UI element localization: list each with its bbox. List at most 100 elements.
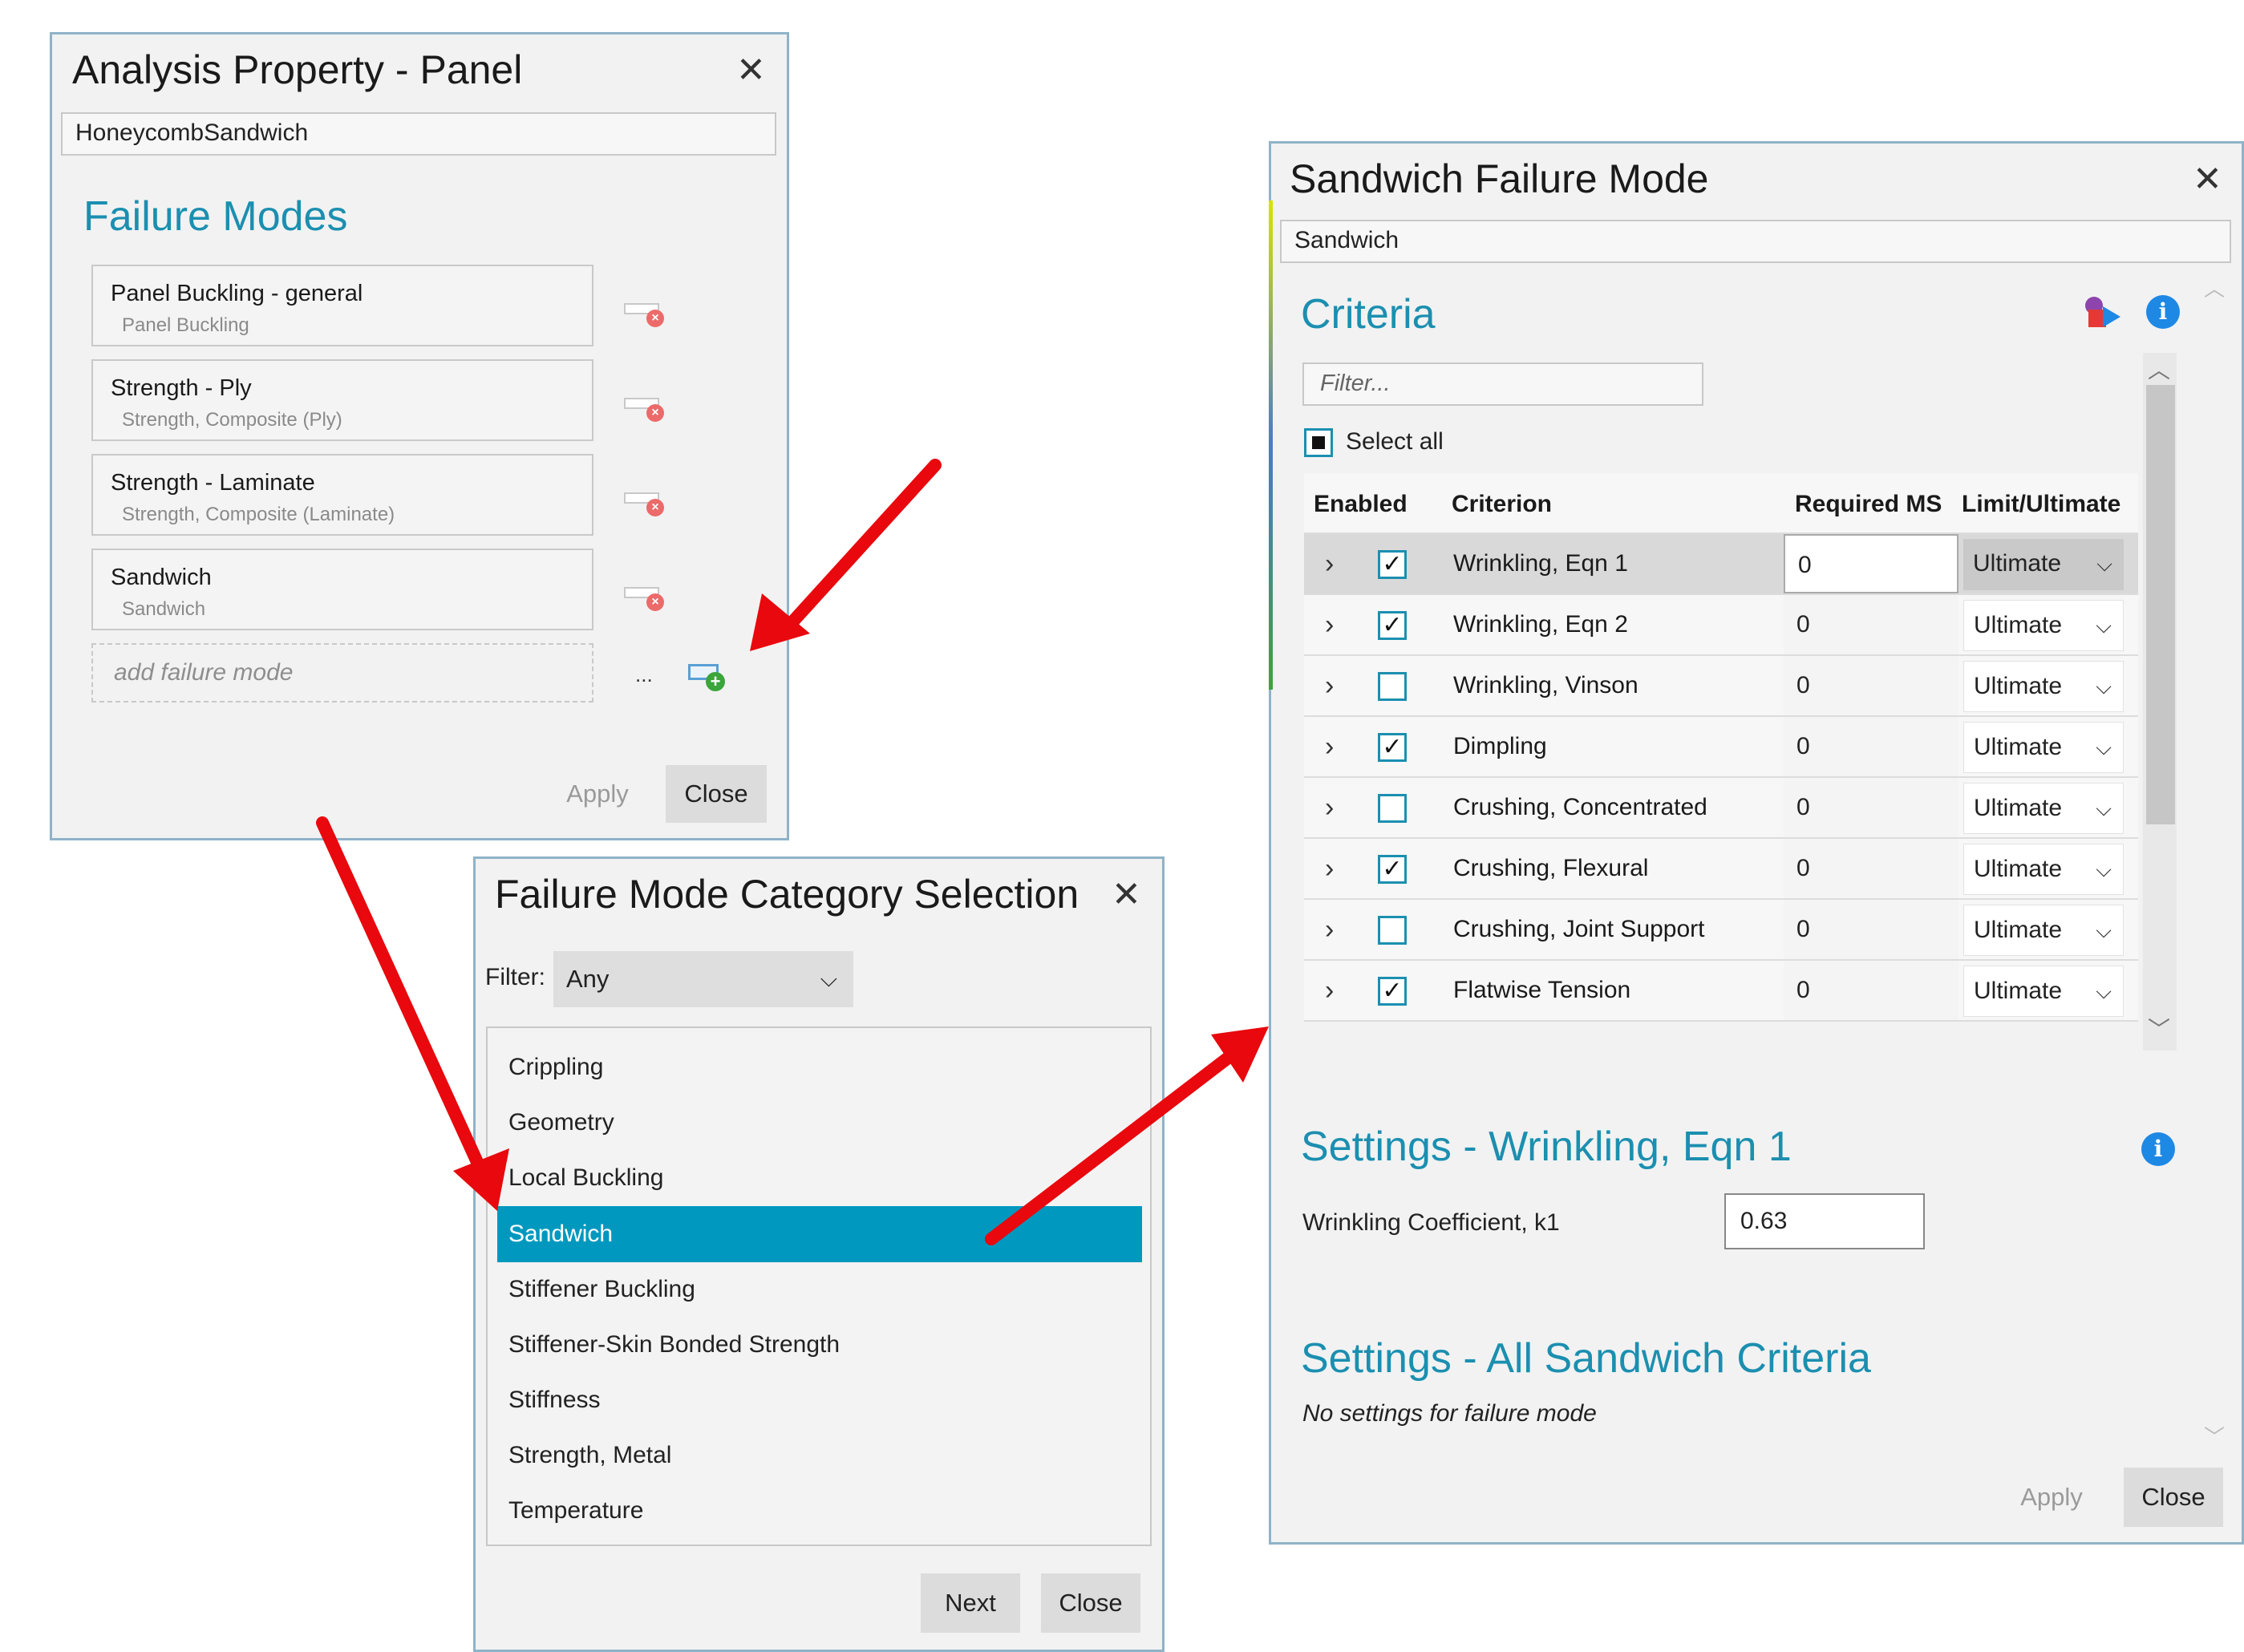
required-ms-input[interactable]: 0 <box>1784 900 1958 959</box>
failure-mode-category: Strength, Composite (Ply) <box>122 409 342 431</box>
column-header-enabled[interactable]: Enabled <box>1314 491 1408 518</box>
criteria-row[interactable]: › ✓ Dimpling 0 Ultimate ⌵ <box>1304 717 2138 778</box>
panel-close-icon[interactable]: ✕ <box>736 53 766 88</box>
failure-mode-card[interactable]: Panel Buckling - general Panel Buckling <box>91 265 593 346</box>
required-ms-input[interactable]: 0 <box>1784 717 1958 776</box>
select-all-checkbox[interactable] <box>1304 428 1333 457</box>
next-button[interactable]: Next <box>921 1573 1020 1633</box>
limit-ultimate-select[interactable]: Ultimate ⌵ <box>1963 905 2124 956</box>
failure-mode-name: Strength - Ply <box>111 375 252 401</box>
criteria-row[interactable]: › ✓ Wrinkling, Eqn 2 0 Ultimate ⌵ <box>1304 595 2138 656</box>
category-item[interactable]: Geometry <box>508 1095 1150 1151</box>
scroll-up-icon[interactable]: ︿ <box>2148 353 2170 385</box>
failure-mode-name: Panel Buckling - general <box>111 281 363 306</box>
criterion-name: Wrinkling, Vinson <box>1453 672 1638 698</box>
expand-chevron-icon[interactable]: › <box>1325 609 1334 641</box>
criteria-row[interactable]: › Wrinkling, Vinson 0 Ultimate ⌵ <box>1304 656 2138 717</box>
required-ms-input[interactable]: 0 <box>1784 656 1958 715</box>
delete-failure-mode-icon[interactable]: × <box>624 393 666 422</box>
sandwich-apply-button[interactable]: Apply <box>1997 1468 2106 1527</box>
enabled-checkbox[interactable] <box>1378 916 1407 945</box>
criterion-name: Wrinkling, Eqn 2 <box>1453 611 1628 638</box>
dialog-scroll-down-icon[interactable]: ﹀ <box>2204 1421 2225 1451</box>
enabled-checkbox[interactable]: ✓ <box>1378 855 1407 884</box>
panel-apply-button[interactable]: Apply <box>545 765 650 823</box>
failure-mode-card[interactable]: Strength - Laminate Strength, Composite … <box>91 454 593 536</box>
sandwich-close-button[interactable]: Close <box>2124 1468 2223 1527</box>
failure-mode-name: Sandwich <box>111 565 212 590</box>
column-header-required-ms[interactable]: Required MS <box>1795 491 1942 518</box>
category-item[interactable]: Local Buckling <box>508 1150 1150 1206</box>
category-filter-select[interactable]: Any ⌵ <box>553 951 853 1007</box>
enabled-checkbox[interactable]: ✓ <box>1378 611 1407 640</box>
required-ms-input[interactable]: 0 <box>1784 534 1958 593</box>
category-close-icon[interactable]: ✕ <box>1112 877 1141 913</box>
panel-name-field[interactable]: HoneycombSandwich <box>61 112 776 156</box>
enabled-checkbox[interactable]: ✓ <box>1378 550 1407 579</box>
expand-chevron-icon[interactable]: › <box>1325 914 1334 945</box>
criteria-row[interactable]: › Crushing, Concentrated 0 Ultimate ⌵ <box>1304 778 2138 839</box>
criteria-row[interactable]: › ✓ Flatwise Tension 0 Ultimate ⌵ <box>1304 961 2138 1022</box>
scroll-down-icon[interactable]: ﹀ <box>2148 1012 2170 1044</box>
expand-chevron-icon[interactable]: › <box>1325 670 1334 702</box>
category-item[interactable]: Strength, Metal <box>508 1427 1150 1484</box>
criterion-name: Wrinkling, Eqn 1 <box>1453 550 1628 577</box>
expand-chevron-icon[interactable]: › <box>1325 731 1334 763</box>
wrinkling-coefficient-input[interactable]: 0.63 <box>1724 1193 1925 1249</box>
limit-ultimate-select[interactable]: Ultimate ⌵ <box>1963 783 2124 834</box>
criterion-name: Flatwise Tension <box>1453 977 1631 1003</box>
limit-ultimate-select[interactable]: Ultimate ⌵ <box>1963 539 2124 590</box>
add-failure-mode-icon[interactable]: + <box>688 662 728 693</box>
failure-modes-heading: Failure Modes <box>83 193 348 240</box>
dialog-scroll-up-icon[interactable]: ︿ <box>2204 273 2225 302</box>
criteria-filter-input[interactable]: Filter... <box>1302 362 1703 406</box>
limit-ultimate-select[interactable]: Ultimate ⌵ <box>1963 966 2124 1017</box>
delete-failure-mode-icon[interactable]: × <box>624 582 666 611</box>
column-header-limit-ultimate[interactable]: Limit/Ultimate <box>1962 491 2120 518</box>
enabled-checkbox[interactable] <box>1378 794 1407 823</box>
failure-mode-name: Strength - Laminate <box>111 470 315 496</box>
limit-ultimate-select[interactable]: Ultimate ⌵ <box>1963 600 2124 651</box>
criteria-info-icon[interactable]: i <box>2146 295 2180 329</box>
delete-failure-mode-icon[interactable]: × <box>624 298 666 327</box>
required-ms-input[interactable]: 0 <box>1784 595 1958 654</box>
enabled-checkbox[interactable] <box>1378 672 1407 701</box>
sandwich-name-field[interactable]: Sandwich <box>1280 220 2231 263</box>
criteria-row[interactable]: › Crushing, Joint Support 0 Ultimate ⌵ <box>1304 900 2138 961</box>
expand-chevron-icon[interactable]: › <box>1325 853 1334 885</box>
category-item[interactable]: Temperature <box>508 1483 1150 1539</box>
expand-chevron-icon[interactable]: › <box>1325 975 1334 1006</box>
required-ms-input[interactable]: 0 <box>1784 961 1958 1020</box>
column-header-criterion[interactable]: Criterion <box>1452 491 1552 518</box>
criterion-name: Dimpling <box>1453 733 1547 759</box>
failure-mode-card[interactable]: Strength - Ply Strength, Composite (Ply) <box>91 359 593 441</box>
table-scrollbar-thumb[interactable] <box>2146 385 2175 824</box>
failure-mode-category: Sandwich <box>122 598 206 620</box>
chevron-down-icon: ⌵ <box>2096 674 2112 698</box>
panel-close-button[interactable]: Close <box>666 765 767 823</box>
category-item[interactable]: Stiffener-Skin Bonded Strength <box>508 1317 1150 1373</box>
criteria-row[interactable]: › ✓ Crushing, Flexural 0 Ultimate ⌵ <box>1304 839 2138 900</box>
category-item[interactable]: Stiffener Buckling <box>508 1261 1150 1318</box>
shapes-icon[interactable] <box>2084 297 2122 330</box>
sandwich-close-icon[interactable]: ✕ <box>2193 162 2222 197</box>
add-failure-mode-field[interactable]: add failure mode <box>91 643 593 703</box>
failure-mode-card[interactable]: Sandwich Sandwich <box>91 549 593 630</box>
category-item[interactable]: Crippling <box>508 1039 1150 1095</box>
limit-ultimate-select[interactable]: Ultimate ⌵ <box>1963 661 2124 712</box>
delete-failure-mode-icon[interactable]: × <box>624 488 666 516</box>
category-item-selected[interactable]: Sandwich <box>497 1206 1142 1262</box>
browse-ellipsis[interactable]: ... <box>635 662 653 687</box>
enabled-checkbox[interactable]: ✓ <box>1378 977 1407 1006</box>
settings-info-icon[interactable]: i <box>2141 1132 2175 1166</box>
expand-chevron-icon[interactable]: › <box>1325 792 1334 824</box>
required-ms-input[interactable]: 0 <box>1784 839 1958 898</box>
expand-chevron-icon[interactable]: › <box>1325 549 1334 580</box>
category-close-button[interactable]: Close <box>1041 1573 1140 1633</box>
enabled-checkbox[interactable]: ✓ <box>1378 733 1407 762</box>
limit-ultimate-select[interactable]: Ultimate ⌵ <box>1963 844 2124 895</box>
criteria-row[interactable]: › ✓ Wrinkling, Eqn 1 0 Ultimate ⌵ <box>1304 534 2138 595</box>
category-item[interactable]: Stiffness <box>508 1372 1150 1428</box>
required-ms-input[interactable]: 0 <box>1784 778 1958 837</box>
limit-ultimate-select[interactable]: Ultimate ⌵ <box>1963 722 2124 773</box>
